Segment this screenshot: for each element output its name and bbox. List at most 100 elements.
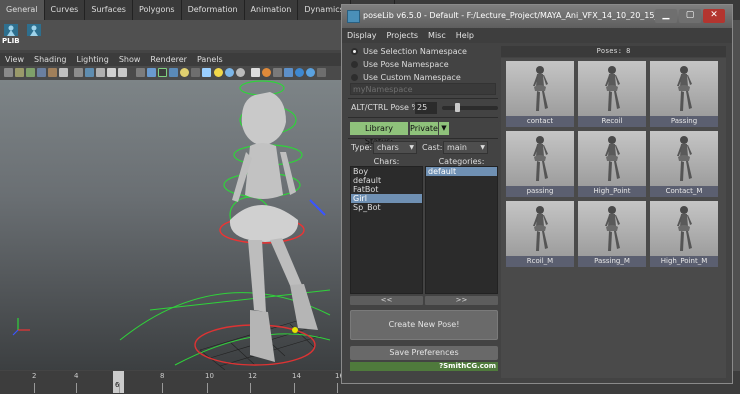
- textured-icon[interactable]: [169, 68, 178, 77]
- smooth-shade-icon[interactable]: [147, 68, 156, 77]
- chevron-down-icon: ▼: [480, 144, 485, 151]
- viewport-menu-panels[interactable]: Panels: [192, 53, 228, 66]
- list-item[interactable]: Boy: [351, 167, 422, 176]
- menu-display[interactable]: Display: [342, 28, 382, 43]
- shelf-tab-deformation[interactable]: Deformation: [182, 0, 245, 20]
- pose-thumbnail[interactable]: [578, 61, 646, 116]
- pose-thumbnail[interactable]: [506, 61, 574, 116]
- viewport-menu-shading[interactable]: Shading: [29, 53, 72, 66]
- close-icon[interactable]: ✕: [703, 9, 725, 23]
- pose-card[interactable]: Passing_M: [578, 201, 646, 268]
- menu-help[interactable]: Help: [451, 28, 479, 43]
- viewport-menu-renderer[interactable]: Renderer: [145, 53, 192, 66]
- pose-thumbnail[interactable]: [650, 131, 718, 186]
- field-chart-icon[interactable]: [96, 68, 105, 77]
- radio-button[interactable]: [351, 74, 358, 81]
- list-item[interactable]: Sp_Bot: [351, 203, 422, 212]
- pose-card[interactable]: passing: [506, 131, 574, 198]
- pose-thumbnail[interactable]: [506, 131, 574, 186]
- wireframe-icon[interactable]: [136, 68, 145, 77]
- poselib-titlebar[interactable]: poseLib v6.5.0 - Default - F:/Lecture_Pr…: [342, 5, 732, 28]
- poselib-shelf-icon[interactable]: [3, 23, 19, 37]
- viewport-toolbar: [0, 66, 345, 80]
- pose-card[interactable]: Passing: [650, 61, 718, 128]
- viewport-3d[interactable]: [0, 80, 345, 370]
- safe-action-icon[interactable]: [107, 68, 116, 77]
- list-item-selected[interactable]: default: [426, 167, 497, 176]
- type-dropdown[interactable]: chars ▼: [373, 141, 417, 154]
- viewport-menu-view[interactable]: View: [0, 53, 29, 66]
- chars-list[interactable]: Boy default FatBot Girl Sp_Bot: [350, 166, 423, 294]
- hud-icon[interactable]: [262, 68, 271, 77]
- pose-card[interactable]: contact: [506, 61, 574, 128]
- pose-card[interactable]: High_Point: [578, 131, 646, 198]
- frame-tick-label: 4: [74, 372, 79, 380]
- pose-thumbnail[interactable]: [650, 201, 718, 256]
- camera-attributes-icon[interactable]: [15, 68, 24, 77]
- pose-thumbnail[interactable]: [506, 201, 574, 256]
- list-item-selected[interactable]: Girl: [351, 194, 422, 203]
- shelf-tab-animation[interactable]: Animation: [245, 0, 299, 20]
- alt-ctrl-slider[interactable]: [442, 103, 498, 112]
- gate-mask-icon[interactable]: [85, 68, 94, 77]
- camera-icon[interactable]: [4, 68, 13, 77]
- poselib-tool-icon[interactable]: [26, 23, 42, 37]
- slider-handle[interactable]: [455, 103, 460, 112]
- prev-button[interactable]: <<: [350, 296, 423, 305]
- save-preferences-button[interactable]: Save Preferences: [350, 346, 498, 360]
- safe-title-icon[interactable]: [118, 68, 127, 77]
- pose-thumbnail[interactable]: [578, 201, 646, 256]
- frame-tick: [337, 383, 338, 393]
- pose-card[interactable]: Contact_M: [650, 131, 718, 198]
- camera-view-icon[interactable]: [251, 68, 260, 77]
- shelf-tab-general[interactable]: General: [0, 0, 45, 20]
- view-options-icon[interactable]: [317, 68, 326, 77]
- namespace-field[interactable]: myNamespace: [350, 83, 496, 95]
- pose-card[interactable]: High_Point_M: [650, 201, 718, 268]
- image-plane-icon[interactable]: [37, 68, 46, 77]
- radio-button[interactable]: [351, 61, 358, 68]
- credit-link[interactable]: ?SmithCG.com: [350, 362, 498, 371]
- isolate-icon[interactable]: [225, 68, 234, 77]
- menu-projects[interactable]: Projects: [382, 28, 424, 43]
- library-status-value[interactable]: Private: [410, 122, 438, 135]
- alt-ctrl-value-field[interactable]: 25: [415, 102, 437, 114]
- pose-thumbnail[interactable]: [578, 131, 646, 186]
- antialias-icon[interactable]: [284, 68, 293, 77]
- film-gate-icon[interactable]: [59, 68, 68, 77]
- motion-blur-icon[interactable]: [273, 68, 282, 77]
- sphere-icon[interactable]: [236, 68, 245, 77]
- grid-icon[interactable]: [48, 68, 57, 77]
- viewport-menu-lighting[interactable]: Lighting: [71, 53, 113, 66]
- scene-render: [12, 80, 331, 370]
- pose-card[interactable]: Recoil: [578, 61, 646, 128]
- menu-misc[interactable]: Misc: [423, 28, 451, 43]
- radio-button[interactable]: [351, 48, 358, 55]
- categories-list[interactable]: default: [425, 166, 498, 294]
- shelf-tab-surfaces[interactable]: Surfaces: [85, 0, 133, 20]
- viewport-menu-show[interactable]: Show: [114, 53, 146, 66]
- light-bulb-icon[interactable]: [214, 68, 223, 77]
- lighting-icon[interactable]: [180, 68, 189, 77]
- depth-icon[interactable]: [295, 68, 304, 77]
- shelf-tab-curves[interactable]: Curves: [45, 0, 86, 20]
- shelf-tab-polygons[interactable]: Polygons: [133, 0, 182, 20]
- shadows-icon[interactable]: [191, 68, 200, 77]
- cast-value: main: [447, 143, 467, 152]
- minimize-icon[interactable]: ▁: [655, 9, 677, 23]
- list-item[interactable]: default: [351, 176, 422, 185]
- ao-icon[interactable]: [306, 68, 315, 77]
- bookmark-icon[interactable]: [26, 68, 35, 77]
- resolution-gate-icon[interactable]: [74, 68, 83, 77]
- wireframe-on-shaded-icon[interactable]: [158, 68, 167, 77]
- list-item[interactable]: FatBot: [351, 185, 422, 194]
- pose-thumbnail[interactable]: [650, 61, 718, 116]
- maximize-icon[interactable]: ▢: [679, 9, 701, 23]
- next-button[interactable]: >>: [425, 296, 498, 305]
- chevron-down-icon[interactable]: ▼: [439, 122, 449, 135]
- character-pose-icon: [533, 206, 548, 251]
- cast-dropdown[interactable]: main ▼: [443, 141, 488, 154]
- xray-icon[interactable]: [202, 68, 211, 77]
- create-new-pose-button[interactable]: Create New Pose!: [350, 310, 498, 340]
- pose-card[interactable]: Rcoil_M: [506, 201, 574, 268]
